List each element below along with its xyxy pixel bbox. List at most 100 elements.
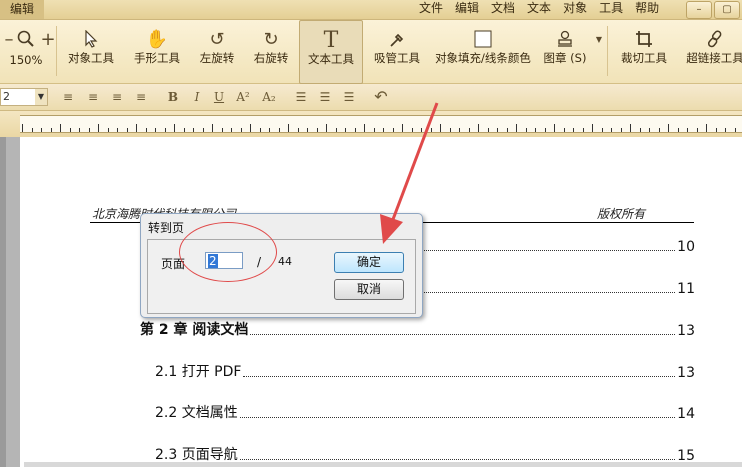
ruler-tick <box>535 128 536 132</box>
ruler-tick <box>506 128 508 132</box>
cancel-button[interactable]: 取消 <box>334 279 404 300</box>
hand-tool-button[interactable]: ✋ 手形工具 <box>128 20 186 82</box>
plus-icon: + <box>40 28 56 50</box>
menu-text[interactable]: 文本 <box>521 0 557 19</box>
align-center-icon: ≡ <box>87 90 99 104</box>
ruler-tick <box>468 128 470 132</box>
ruler-tick <box>687 128 688 132</box>
font-size-value: 2 <box>3 90 10 103</box>
page-left-edge <box>6 137 20 467</box>
minimize-button[interactable]: – <box>686 1 712 19</box>
ruler-tick <box>69 128 71 132</box>
crop-tool-button[interactable]: 裁切工具 <box>614 20 674 82</box>
toc-entry[interactable]: 第 2 章 阅读文档 13 <box>140 321 695 339</box>
link-tool-button[interactable]: 超链接工具 <box>682 20 742 82</box>
toc-page: 13 <box>677 365 695 381</box>
menu-object[interactable]: 对象 <box>557 0 593 19</box>
ruler-tick <box>715 128 717 132</box>
restore-button[interactable]: ▢ <box>714 1 740 19</box>
text-tool-button[interactable]: T 文本工具 <box>299 20 363 84</box>
ruler-tick <box>155 128 156 132</box>
superscript-button[interactable]: A² <box>234 89 252 105</box>
stamp-dropdown[interactable]: ▼ <box>594 20 604 82</box>
ruler-tick <box>449 128 451 132</box>
ruler-tick <box>297 128 299 132</box>
menu-help[interactable]: 帮助 <box>629 0 665 19</box>
line-spacing-1-button[interactable]: ☰ <box>292 89 310 105</box>
eyedropper-tool-button[interactable]: 吸管工具 <box>366 20 428 82</box>
toc-title: 2.3 页面导航 <box>155 447 238 463</box>
goto-page-dialog: 转到页 页面 2 / 44 确定 取消 <box>140 213 423 318</box>
ruler-tick <box>430 128 432 132</box>
rotate-right-button[interactable]: ↻ 右旋转 <box>246 20 296 82</box>
menu-tools[interactable]: 工具 <box>593 0 629 19</box>
italic-button[interactable]: I <box>188 89 206 105</box>
ruler-tick <box>392 128 394 132</box>
toc-title: 2.1 打开 PDF <box>155 364 242 380</box>
tab-edit[interactable]: 编辑 <box>0 0 45 19</box>
object-tool-button[interactable]: 对象工具 <box>62 20 120 82</box>
toc-title: 2.2 文档属性 <box>155 405 238 421</box>
ruler-tick <box>250 124 251 132</box>
ruler-tick <box>440 124 441 132</box>
ruler-tick <box>354 128 356 132</box>
ruler-tick <box>316 128 318 132</box>
hand-icon: ✋ <box>145 28 169 50</box>
ruler-tick <box>60 124 61 132</box>
ruler-tick <box>326 124 327 132</box>
stamp-button[interactable]: 图章 (S) <box>538 20 592 82</box>
menu-file[interactable]: 文件 <box>413 0 449 19</box>
ruler-tick <box>639 128 641 132</box>
menu-edit[interactable]: 编辑 <box>449 0 485 19</box>
underline-button[interactable]: U <box>210 89 228 105</box>
zoom-icon-button[interactable] <box>12 20 40 82</box>
ruler-tick <box>554 124 555 132</box>
rotate-left-button[interactable]: ↺ 左旋转 <box>192 20 242 82</box>
align-right-button[interactable]: ≡ <box>108 89 126 105</box>
ruler-tick <box>183 128 185 132</box>
bold-button[interactable]: B <box>164 89 182 105</box>
ruler-tick <box>563 128 565 132</box>
ruler-tick <box>734 128 736 132</box>
ruler-tick <box>573 128 574 132</box>
font-size-select[interactable]: 2 ▼ <box>0 88 48 106</box>
line-spacing-3-button[interactable]: ☰ <box>340 89 358 105</box>
ribbon-toolbar: – + 150% 对象工具 ✋ 手形工具 ↺ 左旋转 ↻ 右旋转 T 文本工具 … <box>0 20 742 84</box>
ok-button[interactable]: 确定 <box>334 252 404 273</box>
ruler-scale <box>20 115 742 133</box>
cursor-icon <box>62 26 120 52</box>
ruler-tick <box>620 128 622 132</box>
ruler-tick <box>373 128 375 132</box>
ruler-tick <box>107 128 109 132</box>
toc-leader <box>243 376 676 377</box>
undo-button[interactable]: ↶ <box>372 89 390 105</box>
header-copyright: 版权所有 <box>597 207 646 221</box>
ruler-tick <box>240 128 242 132</box>
ruler-tick <box>544 128 546 132</box>
ruler-tick <box>677 128 679 132</box>
horizontal-scrollbar[interactable] <box>24 462 742 467</box>
ruler-tick <box>193 128 194 132</box>
justify-button[interactable]: ≡ <box>132 89 150 105</box>
zoom-level[interactable]: 150% <box>4 54 48 70</box>
zoom-in-button[interactable]: + <box>40 20 56 82</box>
toc-entry[interactable]: 2.2 文档属性 14 <box>155 404 695 422</box>
line-spacing-2-button[interactable]: ☰ <box>316 89 334 105</box>
ruler-tick <box>117 128 118 132</box>
align-left-button[interactable]: ≡ <box>59 89 77 105</box>
ruler-tick <box>516 124 517 132</box>
ruler-tick <box>79 128 80 132</box>
dropdown-arrow-icon: ▼ <box>595 34 603 44</box>
fill-color-button[interactable]: 对象填充/线条颜色 <box>434 20 532 82</box>
rotate-right-icon: ↻ <box>263 28 279 50</box>
subscript-button[interactable]: A₂ <box>260 89 278 105</box>
align-center-button[interactable]: ≡ <box>84 89 102 105</box>
toc-entry[interactable]: 2.1 打开 PDF 13 <box>155 363 695 381</box>
ruler-tick <box>592 124 593 132</box>
crop-icon <box>614 26 674 52</box>
toolbar-divider <box>607 26 608 76</box>
menu-document[interactable]: 文档 <box>485 0 521 19</box>
ruler-tick <box>212 124 213 132</box>
text-tool-icon: T <box>323 27 339 53</box>
ruler-tick <box>50 128 52 132</box>
